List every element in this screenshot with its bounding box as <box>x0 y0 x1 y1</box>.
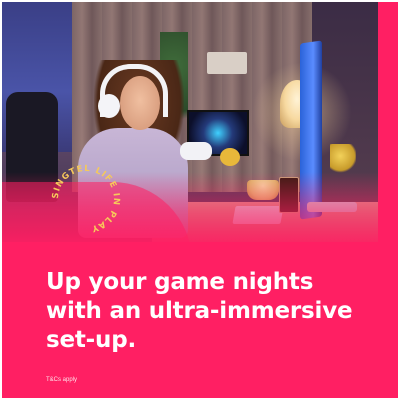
headphone-earcup <box>98 94 120 118</box>
life-in-play-badge: SINGTEL LIFE IN PLAY <box>47 160 125 238</box>
headline-line-3: set-up. <box>46 327 137 353</box>
svg-text:SINGTEL LIFE IN PLAY: SINGTEL LIFE IN PLAY <box>51 164 121 234</box>
headline-line-2: with an ultra-immersive <box>46 298 353 324</box>
badge-ring-svg: SINGTEL LIFE IN PLAY <box>51 164 121 234</box>
shelf-decor <box>207 52 247 74</box>
flower-vase <box>330 144 356 174</box>
microphone <box>220 148 240 166</box>
promo-card[interactable]: SINGTEL LIFE IN PLAY Up your game nights… <box>2 2 378 398</box>
headline: Up your game nights with an ultra-immers… <box>46 268 376 355</box>
badge-text: SINGTEL LIFE IN PLAY <box>51 164 120 234</box>
headline-line-1: Up your game nights <box>46 269 314 295</box>
terms-text: T&Cs apply <box>46 377 78 383</box>
game-controller-icon <box>180 142 212 160</box>
hero-photo-gamer: SINGTEL LIFE IN PLAY <box>2 2 378 242</box>
page-margin <box>398 2 409 398</box>
card-edge <box>378 2 398 398</box>
